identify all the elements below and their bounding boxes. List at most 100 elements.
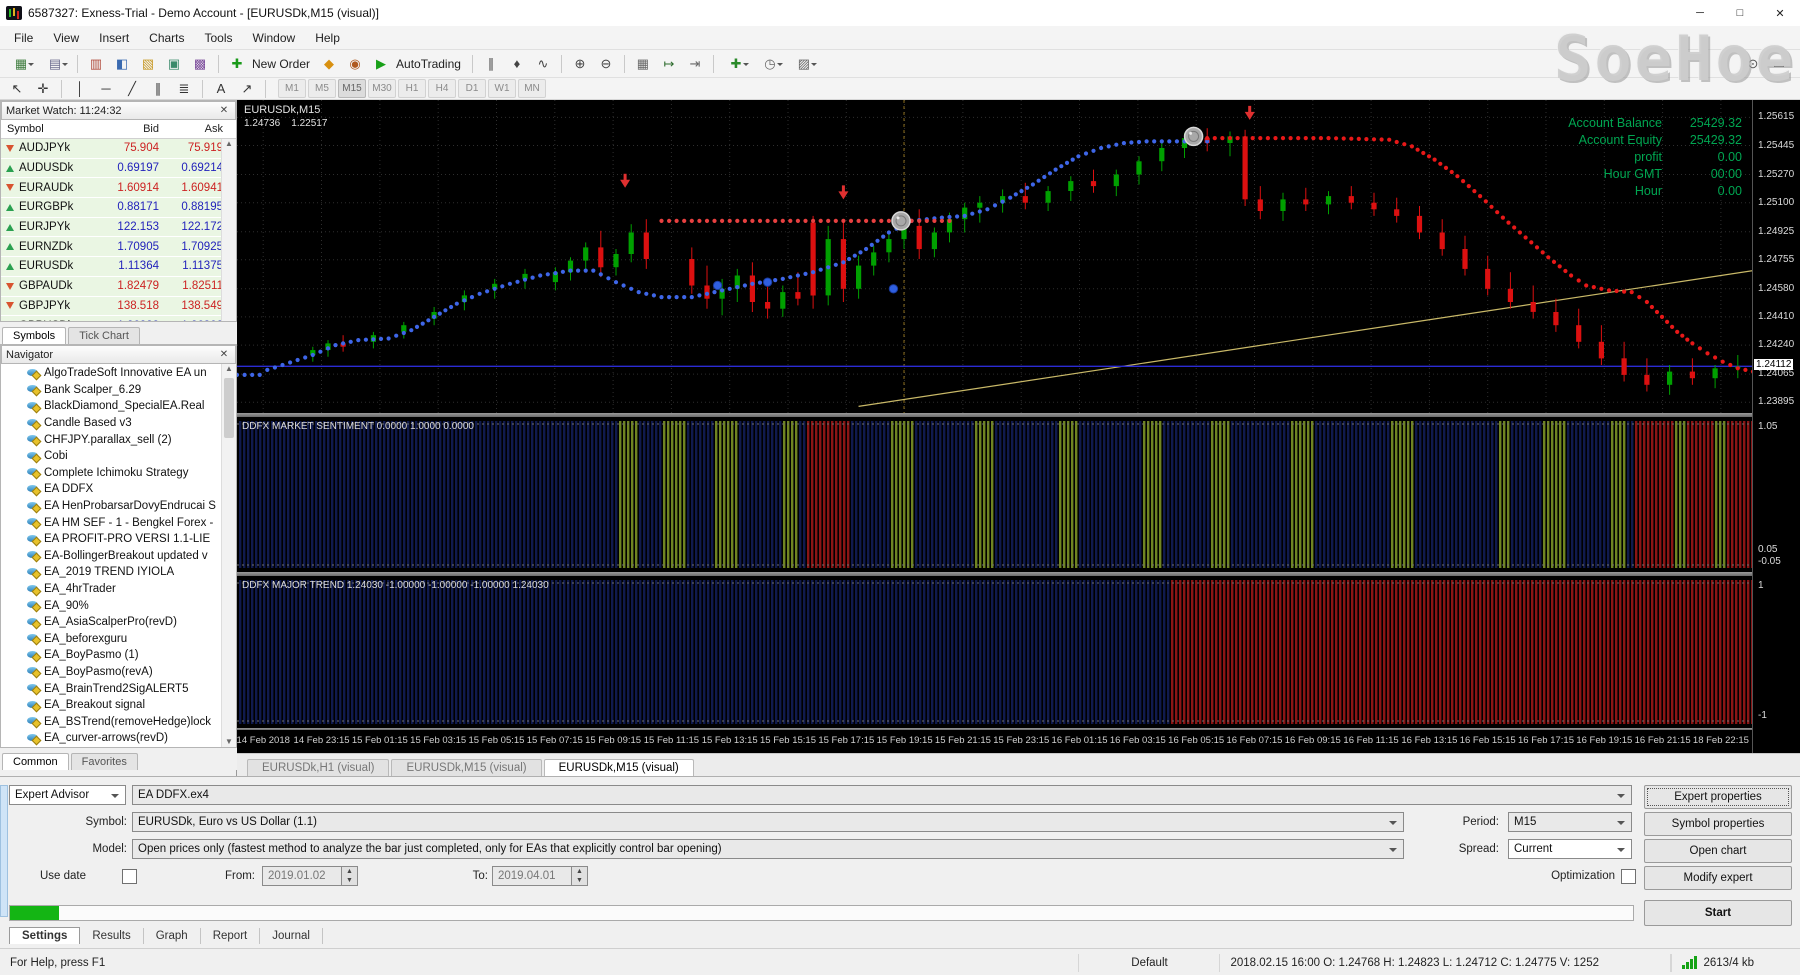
column-ask[interactable]: Ask <box>163 123 227 135</box>
from-date-input[interactable]: 2019.01.02 <box>262 866 342 886</box>
menu-window[interactable]: Window <box>243 28 306 48</box>
period-select[interactable]: M15 <box>1508 812 1632 832</box>
open-chart-button[interactable]: Open chart <box>1644 839 1792 863</box>
market-watch-row-gbpusdk[interactable]: GBPUSDk1.262881.26302 <box>1 316 236 321</box>
timeframe-button-w1[interactable]: W1 <box>488 79 516 98</box>
tester-tab-journal[interactable]: Journal <box>260 928 323 944</box>
symbol-select[interactable]: EURUSDk, Euro vs US Dollar (1.1) <box>132 812 1404 832</box>
profiles-icon[interactable]: ▤ <box>39 53 71 75</box>
bars-chart-icon[interactable]: ∥ <box>479 53 503 75</box>
to-date-input[interactable]: 2019.04.01 <box>492 866 572 886</box>
arrows-icon[interactable]: ↗ <box>235 78 259 100</box>
timeframe-button-h1[interactable]: H1 <box>398 79 426 98</box>
model-select[interactable]: Open prices only (fastest method to anal… <box>132 839 1404 859</box>
candles-chart-icon[interactable]: ♦ <box>505 53 529 75</box>
expert-properties-button[interactable]: Expert properties <box>1644 785 1792 809</box>
zoom-in-icon[interactable]: ⊕ <box>568 53 592 75</box>
column-symbol[interactable]: Symbol <box>1 123 97 135</box>
main-price-chart[interactable] <box>237 100 1753 413</box>
navigator-item[interactable]: EA_BrainTrend2SigALERT5 <box>1 680 236 697</box>
tester-type-select[interactable]: Expert Advisor <box>9 785 126 805</box>
market-watch-row-gbpaudk[interactable]: GBPAUDk1.824791.82511 <box>1 277 236 297</box>
maximize-button[interactable]: □ <box>1720 0 1760 26</box>
templates-icon[interactable]: ▨ <box>788 53 820 75</box>
strategy-tester-icon[interactable]: ▩ <box>188 53 212 75</box>
tester-tab-settings[interactable]: Settings <box>9 927 80 944</box>
chart-tab-1[interactable]: EURUSDk,M15 (visual) <box>391 759 541 776</box>
autotrading-icon[interactable]: ▶ <box>369 53 393 75</box>
navigator-item[interactable]: AlgoTradeSoft Innovative EA un <box>1 365 236 382</box>
navigator-item[interactable]: Candle Based v3 <box>1 415 236 432</box>
menu-insert[interactable]: Insert <box>89 28 139 48</box>
timeframe-button-h4[interactable]: H4 <box>428 79 456 98</box>
search-icon[interactable]: ⊙ <box>1741 53 1765 75</box>
navigator-item[interactable]: Bank Scalper_6.29 <box>1 382 236 399</box>
market-watch-row-euraudk[interactable]: EURAUDk1.609141.60941 <box>1 178 236 198</box>
auto-scroll-icon[interactable]: ↦ <box>657 53 681 75</box>
tester-tab-report[interactable]: Report <box>201 928 261 944</box>
market-watch-scrollbar[interactable]: ▲ <box>221 139 236 321</box>
modify-expert-button[interactable]: Modify expert <box>1644 866 1792 890</box>
navigator-item[interactable]: EA HenProbarsarDovyEndrucai S <box>1 498 236 515</box>
market-watch-row-audjpyk[interactable]: AUDJPYk75.90475.919 <box>1 139 236 159</box>
zoom-out-icon[interactable]: ⊖ <box>594 53 618 75</box>
navigator-item[interactable]: EA PROFIT-PRO VERSI 1.1-LIE <box>1 531 236 548</box>
navigator-item[interactable]: EA_curver-arrows(revD) <box>1 730 236 747</box>
from-date-spinner[interactable]: ▲▼ <box>342 866 358 886</box>
navigator-item[interactable]: EA_AsiaScalperPro(revD) <box>1 614 236 631</box>
navigator-item[interactable]: EA_4hrTrader <box>1 581 236 598</box>
column-bid[interactable]: Bid <box>97 123 163 135</box>
horizontal-line-icon[interactable]: ─ <box>94 78 118 100</box>
new-chart-icon[interactable]: ▦ <box>5 53 37 75</box>
menu-charts[interactable]: Charts <box>139 28 194 48</box>
navigator-item[interactable]: Complete Ichimoku Strategy <box>1 465 236 482</box>
timeframe-button-m15[interactable]: M15 <box>338 79 366 98</box>
tab-symbols[interactable]: Symbols <box>2 327 66 344</box>
timeframe-button-mn[interactable]: MN <box>518 79 546 98</box>
navigator-item[interactable]: EA_2019 TREND IYIOLA <box>1 564 236 581</box>
text-icon[interactable]: A <box>209 78 233 100</box>
tester-grip[interactable] <box>0 785 8 917</box>
market-watch-close-icon[interactable]: ✕ <box>217 105 231 116</box>
market-watch-row-eurnzdk[interactable]: EURNZDk1.709051.70925 <box>1 237 236 257</box>
close-button[interactable]: ✕ <box>1760 0 1800 26</box>
alerts-icon[interactable]: ◉ <box>343 53 367 75</box>
tile-windows-icon[interactable]: ▦ <box>631 53 655 75</box>
tester-tab-results[interactable]: Results <box>80 928 143 944</box>
trendline-icon[interactable]: ╱ <box>120 78 144 100</box>
navigator-scrollbar[interactable]: ▲▼ <box>221 364 236 747</box>
chart-tab-0[interactable]: EURUSDk,H1 (visual) <box>247 759 389 776</box>
market-watch-row-audusdk[interactable]: AUDUSDk0.691970.69214 <box>1 159 236 179</box>
navigator-item[interactable]: EA_90% <box>1 597 236 614</box>
crosshair-icon[interactable]: ✛ <box>31 78 55 100</box>
terminal-icon[interactable]: ▣ <box>162 53 186 75</box>
to-date-spinner[interactable]: ▲▼ <box>572 866 588 886</box>
navigator-item[interactable]: EA_BoyPasmo (1) <box>1 647 236 664</box>
optimization-checkbox[interactable] <box>1621 869 1636 884</box>
timeframe-button-m30[interactable]: M30 <box>368 79 396 98</box>
navigator-close-icon[interactable]: ✕ <box>217 349 231 360</box>
navigator-item[interactable]: EA-BollingerBreakout updated v <box>1 548 236 565</box>
spread-select[interactable]: Current <box>1508 839 1632 859</box>
chart-shift-icon[interactable]: ⇥ <box>683 53 707 75</box>
menu-help[interactable]: Help <box>305 28 350 48</box>
channel-icon[interactable]: ∥ <box>146 78 170 100</box>
start-button[interactable]: Start <box>1644 900 1792 926</box>
symbol-properties-button[interactable]: Symbol properties <box>1644 812 1792 836</box>
navigator-item[interactable]: EA_Breakout signal <box>1 697 236 714</box>
status-profile[interactable]: Default <box>1079 954 1220 972</box>
fibonacci-icon[interactable]: ≣ <box>172 78 196 100</box>
menu-view[interactable]: View <box>43 28 89 48</box>
timeframe-button-d1[interactable]: D1 <box>458 79 486 98</box>
market-watch-row-eurjpyk[interactable]: EURJPYk122.153122.172 <box>1 218 236 238</box>
use-date-checkbox[interactable] <box>122 869 137 884</box>
market-watch-row-gbpjpyk[interactable]: GBPJPYk138.518138.549 <box>1 297 236 317</box>
metaeditor-icon[interactable]: ◆ <box>317 53 341 75</box>
navigator-item[interactable]: Cobi <box>1 448 236 465</box>
new-order-label[interactable]: New Order <box>252 57 310 71</box>
cursor-icon[interactable]: ↖ <box>5 78 29 100</box>
autotrading-label[interactable]: AutoTrading <box>396 57 461 71</box>
navigator-item[interactable]: CHFJPY.parallax_sell (2) <box>1 431 236 448</box>
tab-favorites[interactable]: Favorites <box>71 753 138 770</box>
tester-tab-graph[interactable]: Graph <box>144 928 201 944</box>
